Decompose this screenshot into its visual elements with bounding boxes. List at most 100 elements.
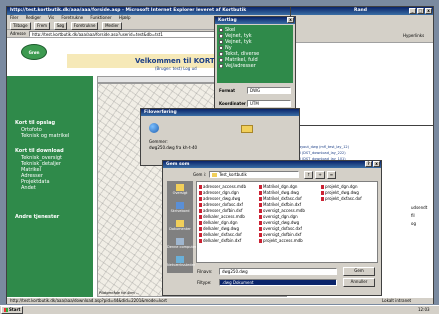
sidebar-link[interactable]: Andet [15, 185, 64, 191]
filetype-select[interactable]: .dwg Dokument [219, 279, 337, 286]
right-side-text: fil [411, 213, 415, 218]
save-in-select[interactable]: Test_kortbutik [209, 171, 299, 178]
file-list[interactable]: adresser_access.mdb adresser_dgn.dgn adr… [196, 181, 378, 263]
file-name: Matrikel_dgn.dgn [263, 184, 298, 189]
file-item[interactable]: delkaler_dxfasc.dxf [199, 232, 242, 237]
menu-item[interactable]: Vis [48, 15, 54, 20]
maximize-button[interactable]: □ [417, 8, 424, 14]
download-line: dwg250.dwg fra kh-t-40 [149, 145, 198, 150]
menu-item[interactable]: Funktioner [90, 15, 111, 20]
right-side-text: udsendt [411, 205, 428, 210]
checkbox[interactable]: ✓ [219, 58, 223, 63]
checkbox[interactable]: ✓ [219, 34, 223, 39]
close-button[interactable]: x [425, 8, 432, 14]
file-item[interactable]: Matrikel_dxfasc.dxf [259, 196, 302, 201]
save-in-label: Gem i: [193, 172, 207, 177]
cancel-button[interactable]: Annuller [343, 278, 375, 287]
favorites-button[interactable]: Foretrukne [70, 22, 99, 30]
checkbox[interactable] [219, 46, 223, 50]
place-label: Skrivebord [170, 209, 190, 213]
format-select[interactable]: DWG [247, 87, 291, 94]
file-icon [259, 185, 262, 189]
hyperlinks-link[interactable]: Hyperlinks [403, 33, 424, 38]
sidebar-section-other: Andre tjenester [15, 214, 59, 221]
file-name: projekt_dgn.dgn [325, 184, 358, 189]
sidebar-heading[interactable]: Andre tjenester [15, 214, 59, 221]
second-window-toolbar: Hyperlinks [291, 15, 433, 43]
right-page-line[interactable]: Fil (DST_download_lay_222) [297, 151, 346, 155]
file-item[interactable]: projekt_dwg.dwg [321, 190, 359, 195]
history-icon [176, 184, 184, 191]
file-item[interactable]: oversigt_dgn.dgn [259, 214, 298, 219]
back-button[interactable]: Tilbage [10, 22, 31, 30]
status-bar: http://test.kortbutik.dk/aaa/aaa/downloa… [7, 297, 433, 304]
checkbox[interactable] [219, 28, 223, 32]
menu-item[interactable]: Foretrukne [61, 15, 83, 20]
file-item[interactable]: delkaler_dxfbin.dxf [199, 238, 241, 243]
up-folder-icon[interactable]: ↑ [304, 171, 314, 179]
file-item[interactable]: Matrikel_dwg.dwg [259, 190, 299, 195]
file-item[interactable]: adresser_dxfbin.dxf [199, 208, 242, 213]
search-button[interactable]: Søg [53, 22, 68, 30]
place-documents[interactable]: Dokumenter [167, 219, 193, 235]
file-name: adresser_dxfasc.dxf [203, 202, 243, 207]
site-logo[interactable]: Grøn Butik [21, 44, 47, 71]
layers-title: Kortlag [218, 18, 237, 23]
close-button[interactable]: x [373, 161, 380, 167]
filename-input[interactable]: dwg250.dwg [219, 268, 337, 275]
sidebar-link[interactable]: Teknisk og matrikel [15, 133, 69, 139]
welcome-subtitle[interactable]: (Bruger: test) Log ud [155, 66, 197, 71]
place-computer[interactable]: Denne computer [167, 237, 197, 253]
projection-select[interactable]: UTM [247, 100, 291, 107]
file-name: adresser_dxfbin.dxf [203, 208, 243, 213]
file-item[interactable]: delkaler_dwg.dwg [199, 226, 239, 231]
file-item[interactable]: projekt_access.mdb [259, 238, 303, 243]
menu-item[interactable]: Hjælp [119, 15, 131, 20]
file-name: delkaler_dwg.dwg [203, 226, 239, 231]
file-item[interactable]: adresser_access.mdb [199, 184, 246, 189]
file-item[interactable]: delkaler_dgn.dgn [199, 220, 238, 225]
layers-title-bar: Kortlag x [215, 17, 295, 24]
file-item[interactable]: delkaler_access.mdb [199, 214, 245, 219]
file-item[interactable]: oversigt_dxfasc.dxf [259, 226, 302, 231]
file-item[interactable]: Matrikel_dgn.dgn [259, 184, 297, 189]
file-item[interactable]: oversigt_dxfbin.dxf [259, 232, 301, 237]
menu-item[interactable]: Filer [10, 15, 18, 20]
file-item[interactable]: projekt_dgn.dgn [321, 184, 358, 189]
layer-item[interactable]: ✓ Vej/adresser [219, 63, 291, 69]
file-item[interactable]: adresser_dxfasc.dxf [199, 202, 243, 207]
file-icon [259, 203, 262, 207]
new-folder-icon[interactable]: + [315, 171, 325, 179]
menu-item[interactable]: Rediger [26, 15, 41, 20]
save-button[interactable]: Gem [343, 267, 375, 276]
forward-button[interactable]: Frem [34, 22, 51, 30]
desktop-icon [176, 202, 184, 209]
file-name: adresser_dgn.dgn [203, 190, 239, 195]
file-item[interactable]: projekt_dxfasc.dxf [321, 196, 362, 201]
place-desktop[interactable]: Skrivebord [167, 201, 193, 217]
checkbox[interactable] [219, 40, 223, 44]
media-button[interactable]: Medier [102, 22, 122, 30]
file-item[interactable]: oversigt_dwg.dwg [259, 220, 299, 225]
checkbox[interactable]: ✓ [219, 52, 223, 57]
close-button[interactable]: x [287, 17, 294, 23]
view-menu-icon[interactable]: ≡ [326, 171, 337, 179]
start-button[interactable]: Start [1, 306, 24, 314]
place-network[interactable]: Netværkssteder [167, 255, 195, 271]
download-title-bar: Filoverføring [141, 109, 299, 116]
address-label: Adresse [10, 31, 26, 36]
taskbar-clock: 12:03 [418, 307, 430, 312]
place-history[interactable]: Oversigt [167, 183, 193, 199]
file-item[interactable]: oversigt_access.mdb [259, 208, 305, 213]
minimize-button[interactable]: _ [409, 8, 416, 14]
place-label: Denne computer [167, 245, 197, 249]
file-name: delkaler_dgn.dgn [203, 220, 238, 225]
file-name: oversigt_dwg.dwg [263, 220, 300, 225]
checkbox[interactable]: ✓ [219, 64, 223, 69]
help-button[interactable]: ? [365, 161, 372, 167]
file-item[interactable]: adresser_dwg.dwg [199, 196, 240, 201]
file-icon [259, 227, 262, 231]
status-zone: Lokalt intranet [382, 298, 412, 303]
file-item[interactable]: Matrikel_dxfbin.dxf [259, 202, 301, 207]
file-item[interactable]: adresser_dgn.dgn [199, 190, 239, 195]
